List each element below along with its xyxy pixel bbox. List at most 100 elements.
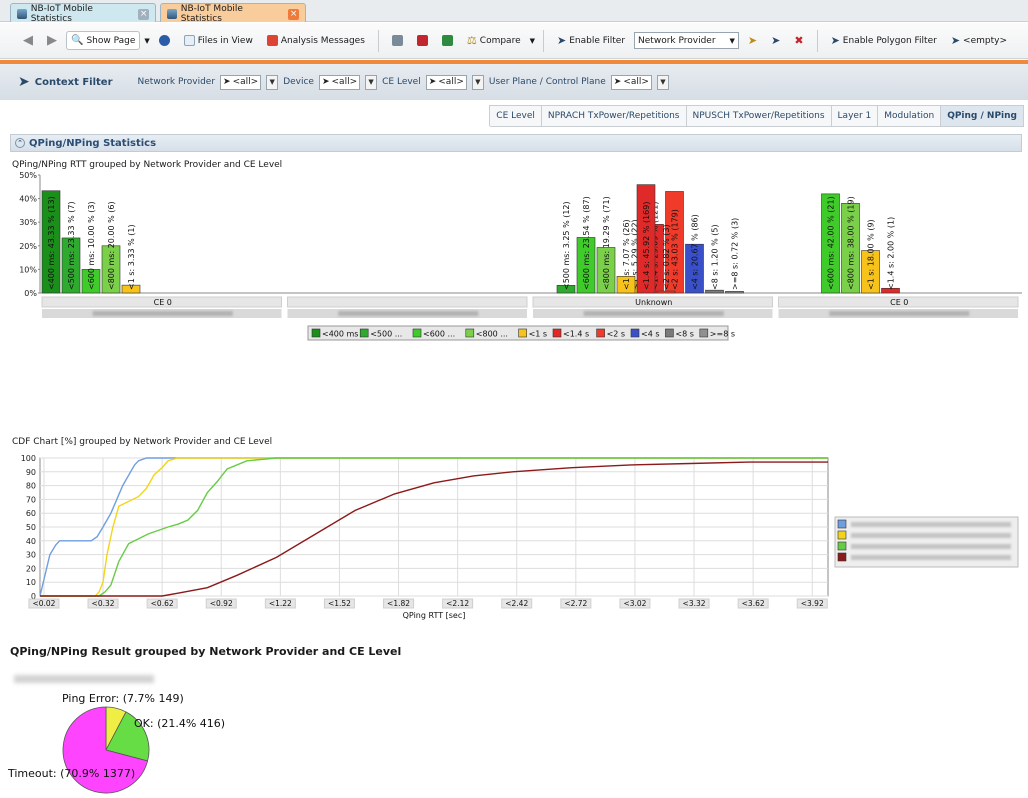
filter-edit-button[interactable]: ➤ (766, 30, 785, 51)
polygon-filter-icon: ➤ (830, 34, 840, 47)
doc-tab-2[interactable]: NB-IoT Mobile Statistics × (160, 3, 306, 24)
pdf-button[interactable] (412, 31, 433, 50)
legend-label: <2 s (607, 330, 626, 339)
doc-tab-1[interactable]: NB-IoT Mobile Statistics × (10, 3, 156, 24)
tab-npusch[interactable]: NPUSCH TxPower/Repetitions (685, 105, 832, 126)
plane-filter[interactable]: ➤ <all> (610, 74, 652, 90)
x-tick-label: <1.52 (328, 599, 351, 608)
section-header[interactable]: ⌃ QPing/NPing Statistics (10, 134, 1022, 152)
users-icon (158, 35, 170, 46)
y-tick-label: 70 (26, 495, 36, 504)
collapse-icon[interactable]: ⌃ (15, 138, 25, 148)
tab-ce-level[interactable]: CE Level (489, 105, 542, 126)
excel-button[interactable] (437, 31, 458, 50)
filter-value: <all> (623, 77, 649, 87)
bar-data-label: <1.4 s: 2.00 % (1) (887, 217, 896, 290)
report-icon (391, 35, 403, 46)
filter-edit-icon: ➤ (771, 34, 781, 47)
pie-chart-title: QPing/NPing Result grouped by Network Pr… (10, 645, 402, 658)
x-tick-label: <1.22 (269, 599, 292, 608)
cdf-chart-title: CDF Chart [%] grouped by Network Provide… (12, 437, 273, 447)
pie-label-timeout: Timeout: (70.9% 1377) (8, 767, 136, 780)
enable-polygon-filter-button[interactable]: ➤ Enable Polygon Filter (826, 30, 942, 51)
provider-name-redacted (338, 311, 479, 316)
chevron-down-icon[interactable]: ▼ (471, 74, 484, 90)
enable-filter-button[interactable]: ➤ Enable Filter (552, 30, 630, 51)
forward-button[interactable]: ▶ (42, 29, 62, 52)
y-tick-label: 10% (19, 265, 37, 274)
tab-layer1[interactable]: Layer 1 (830, 105, 879, 126)
x-tick-label: <3.62 (742, 599, 765, 608)
filter-label-plane: User Plane / Control Plane (488, 77, 606, 87)
filter-label-device: Device (283, 77, 314, 87)
context-filter-title: Context Filter (34, 76, 113, 88)
ce-level-filter[interactable]: ➤ <all> (425, 74, 467, 90)
close-icon[interactable]: × (138, 8, 149, 20)
cdf-chart: 0102030405060708090100<0.02 <0.32 <0.62 <0.… (21, 454, 1019, 620)
users-button[interactable] (154, 31, 175, 50)
legend-label: <800 ... (476, 330, 508, 339)
dropdown-arrow-icon[interactable]: ▼ (530, 37, 535, 45)
back-button[interactable]: ◀ (18, 29, 38, 52)
y-tick-label: 30% (19, 218, 37, 227)
report-button[interactable] (387, 31, 408, 50)
network-provider-label (14, 675, 154, 683)
legend-label: <500 ... (370, 330, 402, 339)
bar-data-label: >=8 s: 0.72 % (3) (731, 218, 740, 290)
close-icon[interactable]: × (288, 8, 299, 20)
tab-nprach[interactable]: NPRACH TxPower/Repetitions (540, 105, 687, 126)
bar-data-label: <1.4 s: 45.92 % (169) (642, 202, 651, 290)
x-tick-label: <0.92 (210, 599, 233, 608)
toolbar-separator (543, 29, 544, 52)
compare-button[interactable]: ⚖ Compare (462, 30, 526, 51)
filter-add-button[interactable]: ➤ (743, 30, 762, 51)
x-tick-label: <3.92 (801, 599, 824, 608)
network-provider-select[interactable]: Network Provider ▼ (634, 32, 739, 49)
legend-swatch (699, 328, 709, 338)
filter-remove-button[interactable]: ✖ (789, 30, 808, 51)
legend-label-redacted (851, 555, 1011, 560)
bar-data-label: <600 ms: 23.54 % (87) (582, 196, 591, 290)
provider-name-redacted (92, 311, 233, 316)
bar-data-label: <600 ms: 10.00 % (3) (87, 201, 96, 290)
device-filter[interactable]: ➤ <all> (318, 74, 361, 90)
compare-icon: ⚖ (466, 34, 477, 47)
filter-icon: ➤ (223, 77, 231, 87)
x-tick-label: <3.02 (623, 599, 646, 608)
toolbar-separator (377, 29, 379, 52)
dropdown-arrow-icon[interactable]: ▼ (144, 37, 149, 45)
show-page-button[interactable]: 🔍 Show Page (66, 31, 141, 50)
y-tick-label: 20 (26, 564, 36, 573)
files-in-view-button[interactable]: Files in View (179, 31, 258, 50)
legend-label: <1.4 s (563, 330, 589, 339)
legend-label: <400 ms (322, 330, 358, 339)
tab-modulation[interactable]: Modulation (877, 105, 942, 126)
chevron-down-icon[interactable]: ▼ (656, 74, 669, 90)
bar-data-label: <1 s: 18.00 % (9) (867, 219, 876, 290)
y-tick-label: 10 (26, 578, 36, 587)
legend-swatch (665, 328, 674, 338)
chevron-down-icon[interactable]: ▼ (365, 74, 378, 90)
bar-data-label: <500 ms: 23.33 % (7) (67, 201, 76, 290)
excel-icon (441, 35, 453, 46)
analysis-messages-button[interactable]: Analysis Messages (262, 31, 370, 50)
legend-swatch (518, 328, 527, 338)
bar (725, 291, 744, 294)
legend-swatch (837, 519, 847, 529)
legend-swatch (837, 530, 847, 540)
enable-filter-label: Enable Filter (569, 35, 626, 46)
chevron-down-icon[interactable]: ▼ (266, 74, 279, 90)
files-in-view-label: Files in View (197, 35, 253, 46)
bar-data-label: <500 ms: 3.25 % (12) (562, 201, 571, 290)
legend-swatch (630, 328, 640, 338)
network-provider-filter[interactable]: ➤ <all> (220, 74, 262, 90)
bar-data-label: <800 ms: 38.00 % (19) (847, 196, 856, 290)
legend-label-redacted (851, 533, 1011, 538)
magnifier-icon: 🔍 (71, 35, 84, 46)
chevron-down-icon: ▼ (729, 36, 735, 45)
legend-label-redacted (851, 522, 1011, 527)
tab-qping-nping[interactable]: QPing / NPing (940, 105, 1024, 126)
polygon-select[interactable]: ➤ <empty> (946, 30, 1012, 51)
network-provider-select-value: Network Provider (638, 35, 716, 46)
y-tick-label: 0% (24, 289, 37, 298)
